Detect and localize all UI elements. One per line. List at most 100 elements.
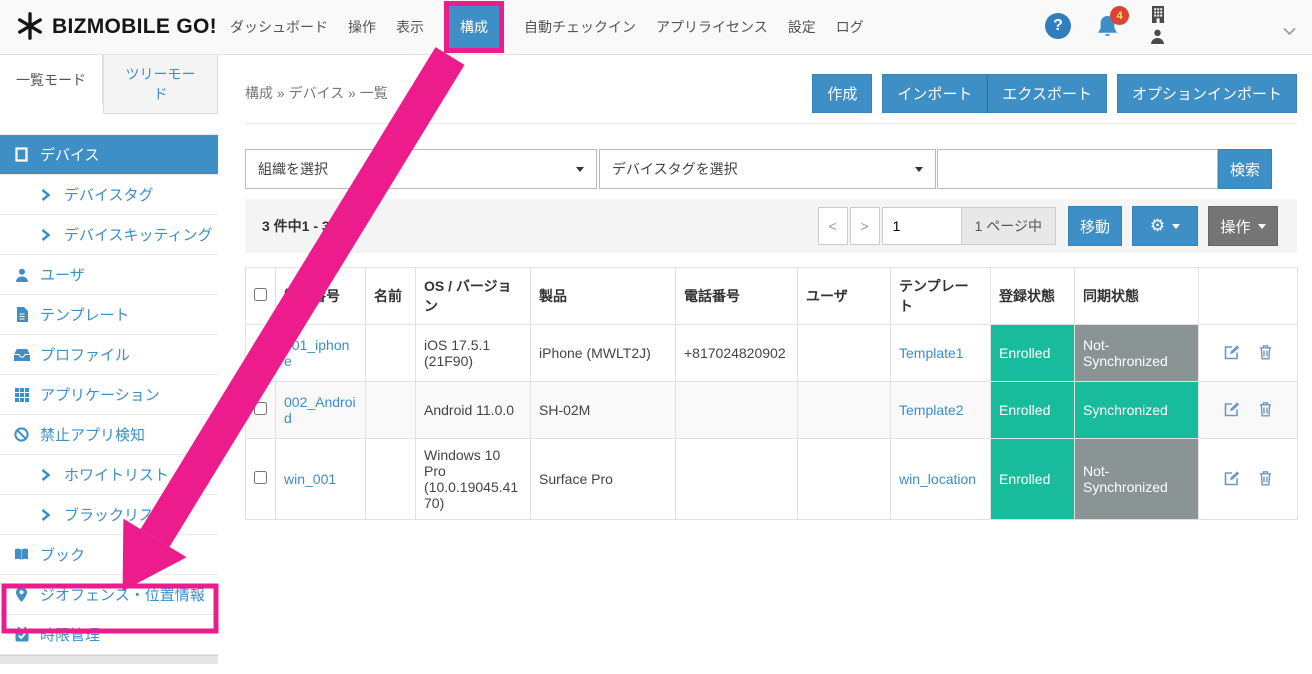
edit-icon[interactable] [1224, 470, 1240, 489]
sidebar-item-label: ブック [40, 544, 85, 565]
notification-badge: 4 [1110, 6, 1129, 25]
option-import-button[interactable]: オプションインポート [1117, 74, 1297, 113]
nav-view[interactable]: 表示 [396, 17, 424, 37]
import-export-group: インポート エクスポート [882, 74, 1107, 113]
col-sync-status: 同期状態 [1075, 268, 1199, 325]
chevron-right-icon [37, 189, 54, 201]
table-row: win_001 Windows 10 Pro (10.0.19045.4170)… [246, 439, 1298, 520]
page-number-input[interactable] [882, 207, 962, 245]
device-phone [676, 382, 798, 439]
sidebar-item-profiles[interactable]: プロファイル [0, 335, 218, 375]
sidebar-item-device-tags[interactable]: デバイスタグ [0, 175, 218, 215]
trash-icon[interactable] [1259, 470, 1272, 489]
sidebar-item-label: ホワイトリスト [64, 464, 169, 485]
prev-page-button[interactable]: < [818, 207, 848, 245]
device-user [798, 439, 891, 520]
edit-icon[interactable] [1224, 401, 1240, 420]
settings-dropdown-button[interactable]: ⚙ [1132, 206, 1198, 246]
tab-list-mode[interactable]: 一覧モード [0, 55, 103, 105]
device-tag-select[interactable]: デバイスタグを選択 [599, 149, 936, 189]
go-button[interactable]: 移動 [1068, 206, 1122, 246]
device-id-link[interactable]: 001_iphone [276, 325, 366, 382]
sidebar-item-forbidden-app-detection[interactable]: 禁止アプリ検知 [0, 415, 218, 455]
col-name: 名前 [366, 268, 416, 325]
create-button[interactable]: 作成 [812, 74, 872, 113]
device-name [366, 439, 416, 520]
search-button[interactable]: 検索 [1218, 149, 1272, 189]
col-management-number: 管理番号 [276, 268, 366, 325]
main-nav: ダッシュボード 操作 表示 構成 自動チェックイン アプリライセンス 設定 ログ [230, 1, 864, 53]
caret-down-icon [915, 167, 923, 172]
nav-dashboard[interactable]: ダッシュボード [230, 17, 328, 37]
tab-tree-mode[interactable]: ツリーモード [103, 55, 218, 114]
sidebar-item-label: ユーザ [40, 264, 85, 285]
device-os: Windows 10 Pro (10.0.19045.4170) [416, 439, 531, 520]
chevron-right-icon [37, 509, 54, 521]
help-icon[interactable]: ? [1045, 13, 1071, 39]
device-phone [676, 439, 798, 520]
org-select-value: 組織を選択 [258, 159, 328, 179]
search-input[interactable] [937, 149, 1218, 189]
sidebar-item-geofence-location[interactable]: ジオフェンス・位置情報 [0, 575, 218, 615]
col-template: テンプレート [891, 268, 991, 325]
building-icon [1151, 6, 1165, 26]
sidebar-item-devices[interactable]: デバイス [0, 135, 218, 175]
edit-icon[interactable] [1224, 344, 1240, 363]
sidebar-item-blacklist[interactable]: ブラックリスト [0, 495, 218, 535]
trash-icon[interactable] [1259, 401, 1272, 420]
ban-icon [13, 427, 30, 442]
table-row: 001_iphone iOS 17.5.1 (21F90) iPhone (MW… [246, 325, 1298, 382]
col-actions [1199, 268, 1298, 325]
grid-icon [13, 388, 30, 402]
nav-log[interactable]: ログ [836, 17, 864, 37]
account-menu[interactable] [1150, 6, 1165, 47]
sidebar-item-templates[interactable]: テンプレート [0, 295, 218, 335]
nav-settings[interactable]: 設定 [788, 17, 816, 37]
sidebar-item-device-kitting[interactable]: デバイスキッティング [0, 215, 218, 255]
notifications-button[interactable]: 4 [1096, 14, 1132, 44]
next-page-button[interactable]: > [850, 207, 880, 245]
sync-status-badge: Not-Synchronized [1075, 439, 1199, 520]
main-content: 構成 » デバイス » 一覧 作成 インポート エクスポート オプションインポー… [219, 55, 1312, 674]
nav-operations[interactable]: 操作 [348, 17, 376, 37]
operations-dropdown-button[interactable]: 操作 [1208, 206, 1278, 246]
sidebar-item-label: ブラックリスト [64, 504, 169, 525]
asterisk-logo-icon [16, 12, 44, 43]
import-button[interactable]: インポート [882, 74, 987, 113]
nav-auto-checkin[interactable]: 自動チェックイン [524, 17, 636, 37]
device-table: 管理番号 名前 OS / バージョン 製品 電話番号 ユーザ テンプレート 登録… [245, 267, 1298, 520]
nav-app-license[interactable]: アプリライセンス [656, 17, 768, 37]
device-id-link[interactable]: 002_Android [276, 382, 366, 439]
sidebar-item-label: デバイスタグ [64, 184, 154, 205]
app-title: BIZMOBILE GO! [52, 15, 217, 39]
select-all-checkbox[interactable] [254, 288, 267, 301]
sidebar-item-books[interactable]: ブック [0, 535, 218, 575]
template-link[interactable]: Template1 [891, 325, 991, 382]
drawer-icon [13, 348, 30, 361]
app-logo: BIZMOBILE GO! [16, 12, 224, 43]
sidebar-item-whitelist[interactable]: ホワイトリスト [0, 455, 218, 495]
template-link[interactable]: Template2 [891, 382, 991, 439]
col-phone-number: 電話番号 [676, 268, 798, 325]
toolbar: 作成 インポート エクスポート オプションインポート [812, 74, 1297, 113]
org-select[interactable]: 組織を選択 [245, 149, 597, 189]
template-link[interactable]: win_location [891, 439, 991, 520]
row-checkbox[interactable] [254, 345, 267, 358]
row-checkbox[interactable] [254, 471, 267, 484]
sidebar-item-label: テンプレート [40, 304, 130, 325]
device-id-link[interactable]: win_001 [276, 439, 366, 520]
book-icon [13, 548, 30, 561]
sidebar-item-time-limit-management[interactable]: 時限管理 [0, 615, 218, 655]
caret-down-icon [1172, 224, 1180, 229]
export-button[interactable]: エクスポート [987, 74, 1107, 113]
device-os: iOS 17.5.1 (21F90) [416, 325, 531, 382]
sidebar-item-applications[interactable]: アプリケーション [0, 375, 218, 415]
sidebar-item-users[interactable]: ユーザ [0, 255, 218, 295]
row-checkbox[interactable] [254, 402, 267, 415]
sync-status-badge: Synchronized [1075, 382, 1199, 439]
top-navbar: BIZMOBILE GO! ダッシュボード 操作 表示 構成 自動チェックイン … [0, 0, 1312, 55]
chevron-down-icon[interactable] [1283, 23, 1296, 39]
trash-icon[interactable] [1259, 344, 1272, 363]
enrollment-status-badge: Enrolled [991, 382, 1075, 439]
nav-configuration[interactable]: 構成 [444, 1, 504, 53]
